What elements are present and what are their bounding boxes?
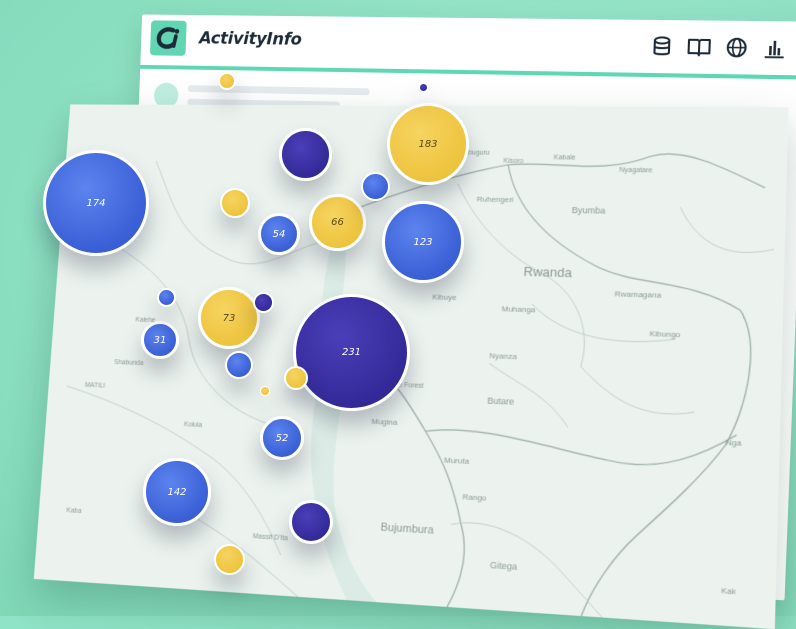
map-bubble[interactable]: 66 — [309, 194, 366, 251]
map-canvas[interactable]: Rwanda Byumba Ruhengeri Kisoro Kabale Ny… — [34, 104, 789, 629]
bubble-value: 73 — [223, 313, 236, 324]
map-label-muhanga: Muhanga — [501, 304, 536, 314]
map-label-massif: Massif D'Ita — [253, 533, 289, 542]
map-label-nyagatare: Nyagatare — [619, 167, 653, 175]
map-bubble[interactable] — [284, 366, 308, 390]
bubble-value: 183 — [418, 139, 437, 150]
map-label-kisoro: Kisoro — [503, 158, 523, 165]
skeleton-line — [188, 85, 370, 95]
map-bubble[interactable] — [260, 386, 270, 396]
bubble-value: 231 — [342, 347, 361, 358]
bubble-value: 54 — [273, 229, 286, 240]
logo-mark-icon — [154, 25, 183, 51]
map-label-byumba: Byumba — [572, 205, 606, 216]
map-bubble[interactable]: 142 — [143, 458, 211, 526]
map-bubble[interactable]: 54 — [258, 213, 300, 255]
bubble-value: 66 — [331, 217, 344, 228]
activityinfo-logo[interactable] — [150, 20, 187, 55]
map-bubble[interactable] — [419, 83, 428, 92]
bubble-value: 52 — [276, 433, 289, 444]
map-label-rwanda: Rwanda — [523, 264, 572, 280]
map-label-kaba: Kaba — [66, 507, 82, 515]
map-label-kabale: Kabale — [554, 154, 577, 161]
map-label-nga: Nga — [725, 437, 742, 448]
map-bubble[interactable]: 31 — [141, 321, 179, 359]
lake-kivu — [302, 220, 397, 602]
map-label-kibungo: Kibungo — [649, 329, 680, 340]
map-label-gitega: Gitega — [490, 559, 518, 572]
map-label-shabunda: Shabunda — [114, 359, 144, 367]
book-icon[interactable] — [686, 36, 712, 59]
map-label-kolula: Kolula — [184, 421, 203, 429]
map-bubble[interactable] — [361, 172, 390, 201]
map-bubble[interactable] — [279, 128, 332, 181]
map-bubble[interactable] — [214, 544, 245, 575]
map-bubble[interactable] — [289, 500, 333, 544]
map-label-nyanza: Nyanza — [489, 351, 518, 361]
map-bubble[interactable]: 174 — [43, 150, 149, 256]
map-bubble[interactable] — [225, 351, 253, 379]
database-icon[interactable] — [649, 35, 675, 58]
map-label-butare: Butare — [487, 395, 515, 407]
map-label-kak: Kak — [721, 586, 736, 597]
map-bubble[interactable] — [157, 288, 176, 307]
map-bubble[interactable] — [218, 72, 236, 90]
map-label-muruta: Muruta — [444, 455, 470, 466]
app-header: ActivityInfo — [140, 14, 796, 79]
map-label-rango: Rango — [462, 492, 486, 503]
map-panel[interactable]: Rwanda Byumba Ruhengeri Kisoro Kabale Ny… — [34, 104, 789, 629]
bar-chart-icon[interactable] — [761, 37, 787, 60]
map-label-matili: MATILI — [85, 382, 106, 390]
map-bubble[interactable]: 73 — [198, 287, 260, 349]
map-label-mugina: Mugina — [371, 417, 398, 428]
globe-icon[interactable] — [724, 36, 750, 59]
bubble-value: 142 — [167, 487, 186, 498]
map-label-ruhengeri: Ruhengeri — [477, 194, 514, 204]
map-bubble[interactable] — [253, 292, 274, 313]
map-label-kibuye: Kibuye — [432, 292, 457, 302]
app-title: ActivityInfo — [199, 29, 302, 50]
map-bubble[interactable] — [220, 188, 250, 218]
map-label-bujumbura: Bujumbura — [380, 521, 434, 537]
map-bubble[interactable]: 231 — [293, 294, 410, 411]
bubble-value: 31 — [154, 335, 167, 346]
map-label-rwamagana: Rwamagana — [614, 289, 662, 300]
map-bubble[interactable]: 52 — [260, 416, 304, 460]
bubble-value: 174 — [86, 198, 105, 209]
map-bubble[interactable]: 183 — [387, 103, 469, 185]
bubble-value: 123 — [413, 237, 432, 248]
map-bubble[interactable]: 123 — [382, 201, 464, 283]
